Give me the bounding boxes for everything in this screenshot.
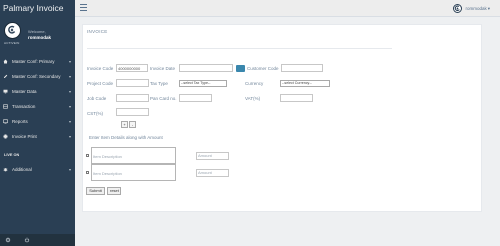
remove-item-button[interactable]: - [129,121,136,128]
invoice-date-label: Invoice Date [150,66,176,71]
table-icon [3,104,8,109]
item-checkbox[interactable] [86,171,89,174]
chevron-down-icon: ▾ [68,74,71,79]
sidebar-item-master-conf-primary[interactable]: Master Conf: Primary ▾ [0,54,75,69]
reset-button[interactable]: reset [107,187,121,195]
tax-type-label: Tax Type [150,81,168,86]
profile-username: rommodak [28,35,52,40]
welcome-text: Welcome, [28,29,46,34]
sidebar-item-reports[interactable]: Reports ▾ [0,114,75,129]
topnav-username: rommodak [465,6,487,11]
calendar-icon[interactable] [236,65,245,72]
print-icon [3,134,8,139]
sidebar-item-master-data[interactable]: Master Data ▾ [0,84,75,99]
currency-select[interactable]: --select Currency-- [280,80,330,87]
desktop-icon [3,89,8,94]
customer-code-input[interactable] [281,64,323,72]
job-code-input[interactable] [116,94,149,102]
bug-icon [3,168,8,172]
cst-input[interactable] [116,108,149,116]
submit-button[interactable]: Submit [86,187,105,195]
item-description-textarea[interactable]: Item Description [91,147,176,164]
sidebar-item-additional[interactable]: Additional ▾ [0,162,75,177]
invoice-panel: INVOICE Invoice Code Invoice Date Custom… [82,24,482,212]
menu-toggle-icon[interactable] [80,4,87,12]
sidebar-item-master-conf-secondary[interactable]: Master Conf: Secondary ▾ [0,69,75,84]
customer-code-label: Customer Code [247,66,279,71]
app-brand[interactable]: Palmary Invoice [0,0,75,17]
sidebar-item-label: Master Data [12,89,37,94]
sidebar-menu: Master Conf: Primary ▾ Master Conf: Seco… [0,54,75,144]
user-menu[interactable]: rommodak ▾ [453,3,490,14]
power-icon[interactable] [24,237,30,243]
project-code-input[interactable] [116,79,149,87]
company-logo [4,22,21,39]
cst-label: CST(%) [87,111,103,116]
sidebar-item-transaction[interactable]: Transaction ▾ [0,99,75,114]
home-icon [3,59,8,64]
chevron-down-icon: ▾ [487,5,490,11]
chevron-down-icon: ▾ [68,119,71,124]
edit-icon [4,74,8,78]
logo-caption: ACTIVEIN [4,41,20,45]
divider [87,48,392,49]
sidebar-item-label: Reports [12,119,28,124]
vat-input[interactable] [280,94,313,102]
vat-label: VAT(%) [245,96,261,101]
profile: ACTIVEIN Welcome, rommodak [0,17,75,52]
invoice-code-label: Invoice Code [87,66,114,71]
sidebar-item-label: Additional [12,167,32,172]
sidebar-item-label: Master Conf: Secondary [12,74,61,79]
page-title: INVOICE [87,29,108,34]
chevron-down-icon: ▾ [68,104,71,109]
top-navbar: rommodak ▾ [75,0,500,17]
item-description-textarea[interactable]: Item Description [91,164,176,181]
tax-type-select[interactable]: --select Tax Type-- [179,80,227,87]
item-checkbox[interactable] [86,154,89,157]
add-item-button[interactable]: + [121,121,128,128]
amount-input[interactable]: Amount [196,152,229,160]
avatar [453,4,463,13]
chevron-down-icon: ▾ [68,89,71,94]
currency-label: Currency [245,81,264,86]
section-label-live-on: LIVE ON [4,153,20,157]
sidebar: Palmary Invoice ACTIVEIN Welcome, rommod… [0,0,75,246]
sidebar-item-label: Invoice Print [12,134,37,139]
sidebar-footer [0,234,75,246]
project-code-label: Project Code [87,81,114,86]
settings-icon[interactable] [5,237,11,243]
chevron-down-icon: ▾ [68,167,71,172]
chart-icon [3,119,8,124]
invoice-date-input[interactable] [179,64,233,72]
invoice-code-input[interactable] [116,64,148,72]
sidebar-item-invoice-print[interactable]: Invoice Print ▾ [0,129,75,144]
chevron-down-icon: ▾ [68,59,71,64]
sidebar-additional-group: Additional ▾ [0,162,75,177]
chevron-down-icon: ▾ [68,134,71,139]
amount-input[interactable]: Amount [196,169,229,177]
sidebar-item-label: Master Conf: Primary [12,59,55,64]
pan-card-input[interactable] [179,94,212,102]
pan-card-label: Pan Card no. [150,96,177,101]
items-instruction: Enter Item Details along with Amount [89,135,163,140]
sidebar-item-label: Transaction [12,104,36,109]
job-code-label: Job Code [87,96,107,101]
